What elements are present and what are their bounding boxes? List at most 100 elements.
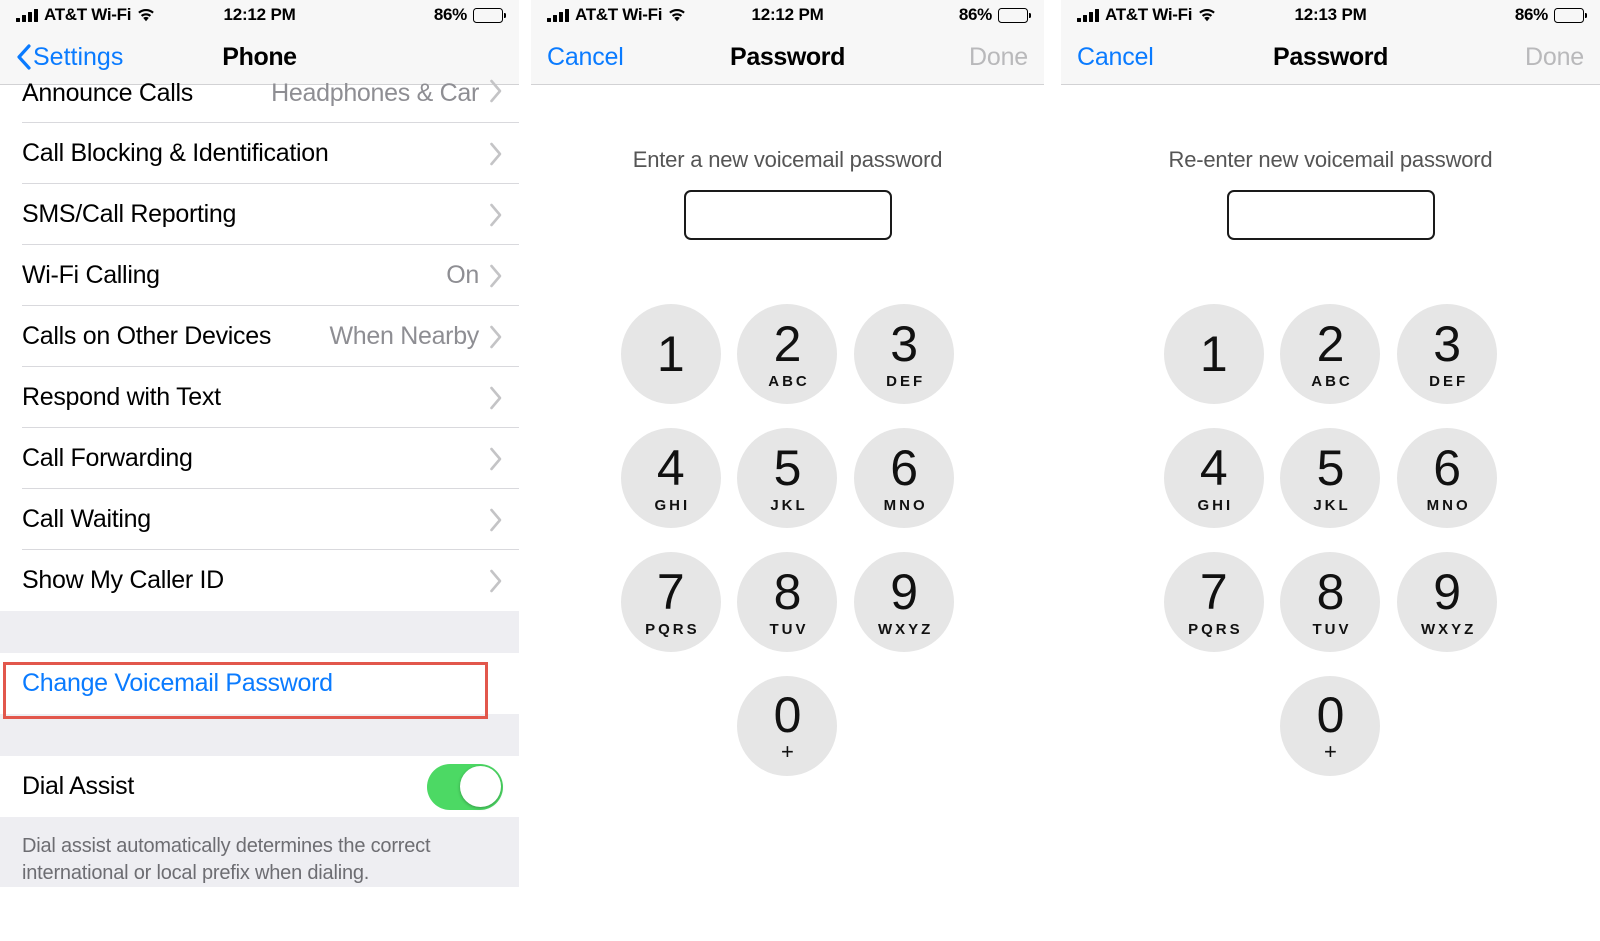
keypad-key-4[interactable]: 4 GHI	[1163, 428, 1264, 528]
keypad-digit: 8	[773, 564, 802, 620]
battery-icon	[1554, 7, 1587, 23]
settings-row-label: Dial Assist	[22, 772, 135, 800]
keypad-key-7[interactable]: 7 PQRS	[620, 552, 721, 652]
keypad-letters: ABC	[1311, 373, 1353, 390]
keypad-digit: 3	[1433, 316, 1462, 372]
password-input[interactable]	[1226, 190, 1435, 240]
panel-divider	[1044, 0, 1061, 941]
keypad-letters: DEF	[886, 373, 926, 390]
settings-row-label: Announce Calls	[22, 79, 193, 107]
battery-icon	[473, 7, 506, 23]
keypad-key-8[interactable]: 8 TUV	[737, 552, 838, 652]
keypad-digit: 7	[1199, 564, 1228, 620]
keypad-key-2[interactable]: 2 ABC	[737, 304, 838, 404]
keypad-letters: GHI	[654, 497, 691, 514]
keypad-letters: MNO	[883, 497, 928, 514]
keypad-key-0[interactable]: 0 +	[1280, 676, 1381, 776]
keypad-letters: ABC	[768, 373, 810, 390]
settings-row-dial-assist[interactable]: Dial Assist	[0, 756, 519, 817]
keypad-letters: PQRS	[1188, 621, 1243, 638]
status-bar-panel3: AT&T Wi-Fi 12:13 PM 86%	[1061, 0, 1600, 30]
panel-password-enter: AT&T Wi-Fi 12:12 PM 86% Cancel Password …	[531, 0, 1044, 941]
status-bar-left: AT&T Wi-Fi	[16, 5, 155, 25]
keypad-letters: DEF	[1429, 373, 1469, 390]
settings-row-label: SMS/Call Reporting	[22, 200, 237, 228]
settings-row-value: When Nearby	[329, 322, 479, 350]
keypad-digit: 9	[890, 564, 919, 620]
settings-row-respond-with-text[interactable]: Respond with Text	[0, 367, 519, 428]
keypad-key-6[interactable]: 6 MNO	[854, 428, 955, 528]
cellular-bars-icon	[547, 8, 569, 22]
chevron-right-icon	[489, 569, 503, 593]
dial-assist-footnote: Dial assist automatically determines the…	[0, 817, 519, 887]
settings-row-label: Respond with Text	[22, 383, 221, 411]
settings-row-show-my-caller-id[interactable]: Show My Caller ID	[0, 550, 519, 611]
password-input[interactable]	[683, 190, 892, 240]
done-button[interactable]: Done	[969, 43, 1028, 72]
keypad-key-6[interactable]: 6 MNO	[1397, 428, 1498, 528]
settings-row-label: Call Waiting	[22, 505, 151, 533]
keypad-digit: 0	[1316, 686, 1345, 743]
keypad-key-5[interactable]: 5 JKL	[737, 428, 838, 528]
keypad-key-3[interactable]: 3 DEF	[1397, 304, 1498, 404]
keypad-key-5[interactable]: 5 JKL	[1280, 428, 1381, 528]
keypad-letters: JKL	[1313, 497, 1351, 514]
keypad-letters: WXYZ	[1420, 621, 1477, 638]
keypad-key-9[interactable]: 9 WXYZ	[1397, 552, 1498, 652]
keypad-digit: 0	[773, 686, 802, 743]
panel-settings-phone: AT&T Wi-Fi 12:12 PM 86% Settings Phone A…	[0, 0, 519, 941]
chevron-right-icon	[489, 203, 503, 227]
settings-row-label: Change Voicemail Password	[22, 669, 333, 697]
chevron-left-icon	[16, 44, 31, 70]
nav-bar-panel1: Settings Phone	[0, 30, 519, 85]
keypad-digit: 1	[1199, 326, 1228, 382]
dial-assist-toggle[interactable]	[427, 763, 503, 810]
chevron-right-icon	[489, 79, 503, 103]
keypad-key-2[interactable]: 2 ABC	[1280, 304, 1381, 404]
status-bar-left: AT&T Wi-Fi	[1077, 5, 1216, 25]
chevron-right-icon	[489, 508, 503, 532]
keypad-key-1[interactable]: 1	[620, 304, 721, 404]
cancel-button[interactable]: Cancel	[547, 43, 624, 72]
cancel-button[interactable]: Cancel	[1077, 43, 1154, 72]
keypad: 1 2 ABC 3 DEF 4 GHI 5 JKL 6 MNO 7 PQRS 8 TUV 9W…	[613, 304, 963, 776]
keypad-digit: 6	[890, 440, 919, 496]
keypad-letters: +	[781, 738, 794, 764]
settings-row-call-waiting[interactable]: Call Waiting	[0, 489, 519, 550]
keypad-key-1[interactable]: 1	[1163, 304, 1264, 404]
keypad-key-4[interactable]: 4 GHI	[620, 428, 721, 528]
done-button[interactable]: Done	[1525, 43, 1584, 72]
status-bar-panel1: AT&T Wi-Fi 12:12 PM 86%	[0, 0, 519, 30]
keypad-key-7[interactable]: 7 PQRS	[1163, 552, 1264, 652]
settings-row-wifi-calling[interactable]: Wi-Fi Calling On	[0, 245, 519, 306]
wifi-icon	[668, 8, 686, 22]
keypad-digit: 5	[1316, 440, 1345, 496]
keypad-key-0[interactable]: 0 +	[737, 676, 838, 776]
settings-row-announce-calls[interactable]: Announce Calls Headphones & Car	[0, 79, 519, 123]
settings-row-call-blocking[interactable]: Call Blocking & Identification	[0, 123, 519, 184]
settings-row-sms-call-reporting[interactable]: SMS/Call Reporting	[0, 184, 519, 245]
three-panel-screenshot: AT&T Wi-Fi 12:12 PM 86% Settings Phone A…	[0, 0, 1600, 941]
settings-row-label: Calls on Other Devices	[22, 322, 272, 350]
nav-bar-panel2: Cancel Password Done	[531, 30, 1044, 85]
settings-row-change-voicemail-password[interactable]: Change Voicemail Password	[0, 653, 519, 714]
settings-row-label: Wi-Fi Calling	[22, 261, 160, 289]
settings-row-calls-on-other-devices[interactable]: Calls on Other Devices When Nearby	[0, 306, 519, 367]
keypad-key-3[interactable]: 3 DEF	[854, 304, 955, 404]
keypad-letters: JKL	[770, 497, 808, 514]
password-prompt: Re-enter new voicemail password	[1168, 147, 1493, 172]
carrier-label: AT&T Wi-Fi	[575, 5, 663, 24]
footnote-section: Dial assist automatically determines the…	[0, 817, 519, 887]
settings-row-label: Call Blocking & Identification	[22, 139, 329, 167]
section-gap	[0, 611, 519, 653]
status-bar-right: 86%	[1515, 5, 1587, 25]
keypad-letters: MNO	[1426, 497, 1471, 514]
keypad-key-8[interactable]: 8 TUV	[1280, 552, 1381, 652]
keypad-key-9[interactable]: 9 WXYZ	[854, 552, 955, 652]
battery-percent-label: 86%	[433, 5, 467, 24]
settings-row-call-forwarding[interactable]: Call Forwarding	[0, 428, 519, 489]
keypad-digit: 1	[656, 326, 685, 382]
panel-password-reenter: AT&T Wi-Fi 12:13 PM 86% Cancel Password …	[1061, 0, 1600, 941]
keypad-digit: 2	[1316, 316, 1345, 372]
back-button-settings[interactable]: Settings	[16, 43, 123, 72]
